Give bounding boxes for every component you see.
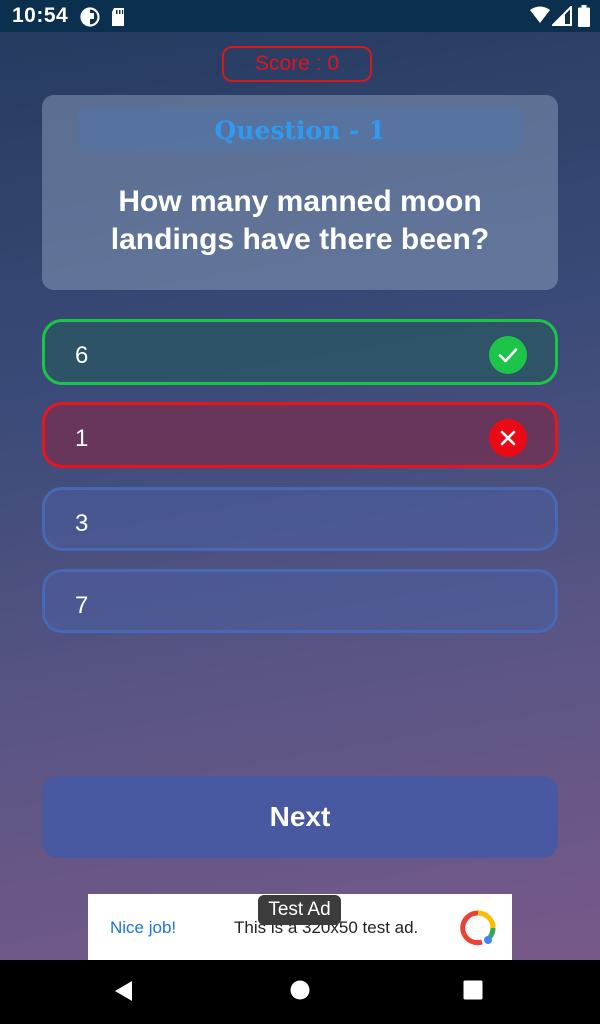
question-text: How many manned moon landings have there… — [110, 185, 490, 256]
check-icon — [489, 336, 527, 374]
question-card: Question - 1 How many manned moon landin… — [42, 95, 558, 290]
back-icon[interactable] — [114, 980, 134, 1007]
ad-cta-text: Nice job! — [110, 918, 177, 937]
answer-option[interactable]: 3 — [42, 487, 558, 551]
answer-option-label: 1 — [75, 425, 89, 452]
answer-option-wrong[interactable]: 1 — [42, 402, 558, 468]
recents-icon[interactable] — [463, 980, 483, 1005]
score-badge: Score : 0 — [222, 46, 372, 82]
cast-icon — [80, 7, 100, 32]
navigation-bar — [0, 960, 600, 1024]
answer-option-label: 7 — [75, 592, 89, 619]
signal-icon — [550, 4, 572, 31]
next-button[interactable]: Next — [42, 776, 558, 858]
status-time: 10:54 — [12, 4, 69, 27]
wifi-icon — [530, 6, 550, 29]
answer-option-label: 6 — [75, 342, 89, 369]
ad-logo-icon — [460, 910, 496, 951]
ad-tag: Test Ad — [258, 895, 341, 925]
question-number: Question - 1 — [78, 107, 522, 153]
answer-option[interactable]: 7 — [42, 569, 558, 633]
sd-card-icon — [110, 7, 126, 32]
status-bar: 10:54 — [0, 0, 600, 32]
answer-option-label: 3 — [75, 510, 89, 537]
close-icon — [489, 419, 527, 457]
answer-option-correct[interactable]: 6 — [42, 319, 558, 385]
battery-icon — [578, 5, 590, 32]
home-icon[interactable] — [290, 980, 310, 1005]
